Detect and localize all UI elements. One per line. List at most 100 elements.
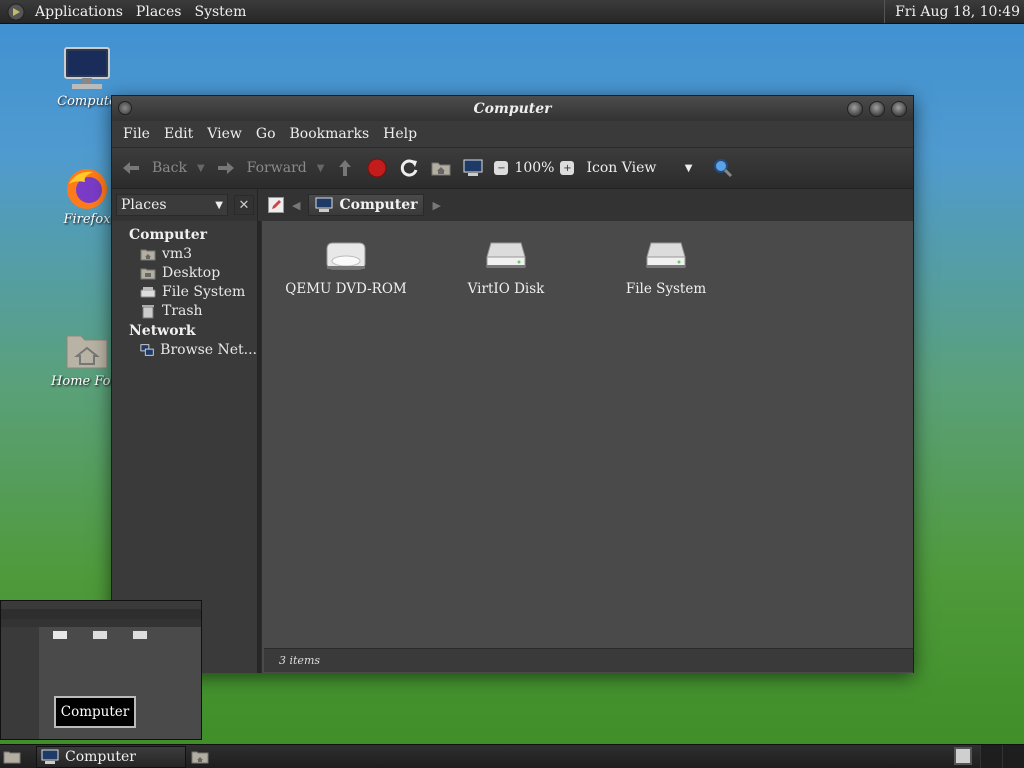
top-panel: Applications Places System Fri Aug 18, 1…	[0, 0, 1024, 24]
taskbar-item-label: Computer	[65, 748, 136, 765]
forward-history-dropdown[interactable]: ▼	[317, 163, 325, 174]
sidebar-type-select[interactable]: Places ▼	[116, 194, 228, 216]
distro-logo-icon[interactable]	[6, 2, 26, 22]
sidebar-item-vm3[interactable]: vm3	[112, 245, 257, 264]
file-item-virtio-disk[interactable]: VirtIO Disk	[436, 239, 576, 297]
zoom-in-button[interactable]: +	[560, 161, 575, 175]
path-right-arrow[interactable]: ▶	[432, 199, 440, 212]
breadcrumb-label: Computer	[339, 197, 418, 213]
menu-bookmarks[interactable]: Bookmarks	[283, 126, 377, 142]
window-menu-button[interactable]	[118, 101, 132, 115]
location-bar: Places ▼ ✕ ◀ Computer ▶	[112, 189, 913, 221]
taskbar-item-computer[interactable]: Computer	[36, 745, 186, 768]
maximize-button[interactable]	[869, 101, 885, 117]
sidebar-header: Places ▼ ✕	[112, 189, 258, 221]
minimize-button[interactable]	[847, 101, 863, 117]
clock[interactable]: Fri Aug 18, 10:49	[884, 0, 1024, 23]
sidebar-item-label: Browse Net...	[160, 342, 257, 358]
computer-icon	[315, 197, 333, 212]
trash-icon	[142, 305, 154, 319]
harddisk-icon	[140, 287, 156, 298]
sidebar-item-browse-network[interactable]: Browse Net...	[112, 341, 257, 360]
home-folder-icon[interactable]	[430, 157, 452, 179]
bottom-panel: Computer	[0, 744, 1024, 768]
close-button[interactable]	[891, 101, 907, 117]
view-mode-label: Icon View	[586, 160, 657, 176]
breadcrumb-computer[interactable]: Computer	[308, 194, 425, 216]
sidebar-item-label: Desktop	[162, 265, 221, 281]
path-bar: ◀ Computer ▶	[258, 194, 441, 216]
show-desktop-button[interactable]	[0, 745, 24, 768]
forward-button[interactable]: Forward	[215, 157, 307, 179]
file-view[interactable]: QEMU DVD-ROM VirtIO Disk File System	[261, 221, 913, 673]
menu-go[interactable]: Go	[249, 126, 283, 142]
file-item-file-system[interactable]: File System	[596, 239, 736, 297]
workspace-3[interactable]	[1002, 745, 1024, 768]
window-body: Computer vm3 Desktop File System Trash N…	[112, 221, 913, 673]
sidebar-item-trash[interactable]: Trash	[112, 302, 257, 321]
chevron-down-icon: ▼	[215, 199, 223, 211]
forward-label: Forward	[246, 160, 307, 176]
pencil-icon	[272, 200, 281, 209]
chevron-down-icon: ▼	[684, 162, 693, 174]
file-manager-window: Computer File Edit View Go Bookmarks Hel…	[111, 95, 914, 673]
menu-help[interactable]: Help	[376, 126, 424, 142]
taskbar-item-folder[interactable]	[188, 746, 212, 768]
sidebar-item-label: vm3	[162, 246, 193, 262]
menu-view[interactable]: View	[200, 126, 249, 142]
firefox-icon	[67, 169, 107, 209]
menu-edit[interactable]: Edit	[157, 126, 200, 142]
zoom-level: 100%	[514, 160, 555, 176]
sidebar-item-desktop[interactable]: Desktop	[112, 264, 257, 283]
optical-drive-icon	[326, 242, 366, 270]
back-history-dropdown[interactable]: ▼	[197, 163, 205, 174]
close-sidebar-button[interactable]: ✕	[234, 195, 254, 215]
home-folder-icon	[191, 751, 209, 763]
window-title: Computer	[473, 100, 552, 117]
file-item-label: File System	[625, 281, 707, 297]
places-menu[interactable]: Places	[131, 4, 190, 20]
computer-icon	[64, 47, 110, 89]
harddisk-icon	[486, 242, 526, 268]
workspace-2[interactable]	[980, 745, 1002, 768]
preview-title: Computer	[54, 696, 136, 728]
menubar: File Edit View Go Bookmarks Help	[112, 121, 913, 147]
back-arrow-icon	[123, 162, 139, 174]
status-bar: 3 items	[264, 648, 913, 672]
up-arrow-icon[interactable]	[334, 157, 356, 179]
window-titlebar[interactable]: Computer	[112, 96, 913, 121]
workspace-1[interactable]	[954, 747, 972, 765]
computer-icon	[41, 749, 59, 764]
network-icon	[140, 344, 154, 356]
file-item-label: VirtIO Disk	[467, 281, 545, 297]
applications-menu[interactable]: Applications	[30, 4, 131, 20]
edit-location-button[interactable]	[268, 197, 284, 213]
reload-icon[interactable]	[398, 157, 420, 179]
desktop-folder-icon	[140, 268, 156, 280]
workspace-switcher	[952, 745, 1024, 768]
back-button[interactable]: Back	[120, 157, 187, 179]
sidebar-item-filesystem[interactable]: File System	[112, 283, 257, 302]
window-preview-thumbnail[interactable]: Computer	[0, 600, 202, 740]
search-icon[interactable]	[712, 157, 734, 179]
harddisk-icon	[646, 242, 686, 268]
computer-icon[interactable]	[462, 157, 484, 179]
menu-file[interactable]: File	[116, 126, 157, 142]
sidebar-section-network: Network	[129, 323, 196, 339]
sidebar-section-computer: Computer	[129, 227, 208, 243]
toolbar: Back ▼ Forward ▼ − 100% + Icon View ▼	[112, 147, 913, 189]
stop-icon[interactable]	[366, 157, 388, 179]
zoom-out-button[interactable]: −	[494, 161, 509, 175]
show-desktop-icon	[3, 751, 21, 763]
forward-arrow-icon	[217, 162, 234, 174]
sidebar-type-label: Places	[121, 197, 167, 213]
file-item-label: QEMU DVD-ROM	[285, 281, 407, 297]
home-folder-icon	[66, 335, 108, 369]
path-left-arrow[interactable]: ◀	[292, 199, 300, 212]
sidebar-item-label: File System	[162, 284, 246, 300]
sidebar-item-label: Trash	[162, 303, 203, 319]
system-menu[interactable]: System	[189, 4, 254, 20]
view-mode-select[interactable]: Icon View ▼	[586, 160, 692, 176]
file-item-qemu-dvd[interactable]: QEMU DVD-ROM	[276, 239, 416, 297]
back-label: Back	[152, 160, 187, 176]
